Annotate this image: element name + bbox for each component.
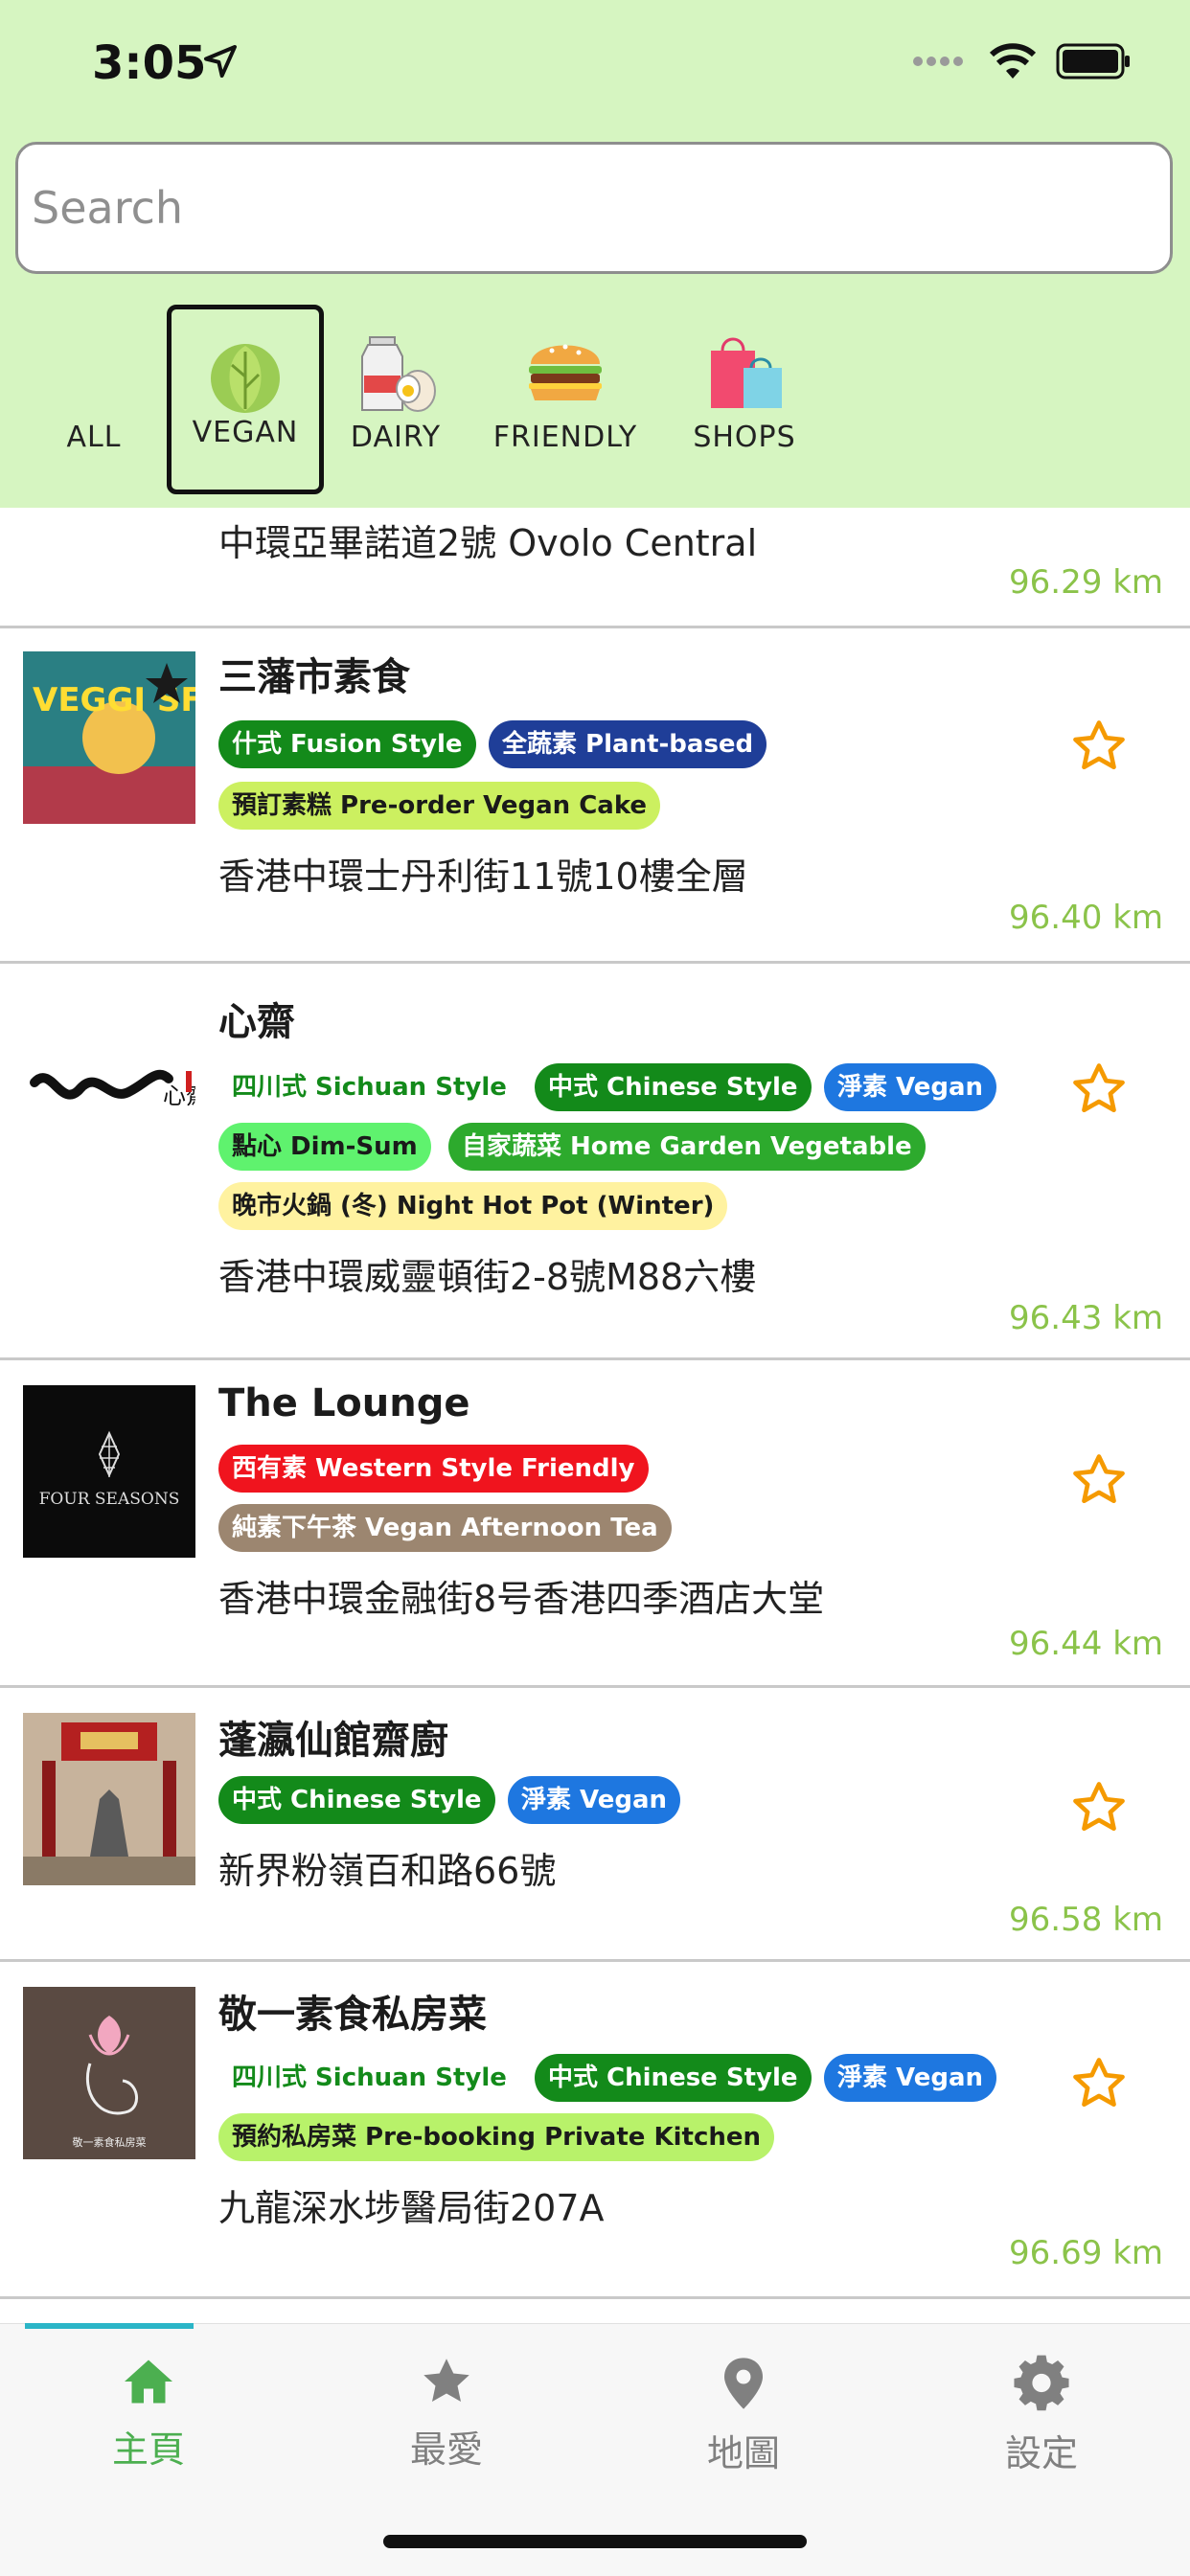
item-title: 三藩市素食: [218, 655, 410, 699]
tag: 純素下午茶 Vegan Afternoon Tea: [218, 1504, 672, 1552]
category-label: SHOPS: [693, 421, 796, 454]
category-label: ALL: [66, 421, 122, 454]
item-address: 香港中環金融街8号香港四季酒店大堂: [218, 1578, 825, 1620]
tag: 中式 Chinese Style: [218, 1776, 495, 1824]
item-distance: 96.44 km: [1009, 1625, 1163, 1663]
status-time: 3:05: [92, 36, 207, 90]
tab-settings[interactable]: 設定: [946, 2353, 1137, 2476]
map-pin-icon: [724, 2358, 763, 2409]
item-title: 敬一素食私房菜: [218, 1993, 487, 2037]
tab-label: 設定: [1004, 2432, 1078, 2474]
search-box[interactable]: [15, 142, 1173, 274]
tab-favorites[interactable]: 最愛: [351, 2353, 542, 2473]
item-distance: 96.43 km: [1009, 1299, 1163, 1337]
battery-icon: [1056, 43, 1130, 80]
tag: 晚市火鍋 (冬) Night Hot Pot (Winter): [218, 1182, 728, 1230]
category-shops[interactable]: SHOPS: [682, 305, 807, 494]
item-thumbnail: 敬一素食私房菜: [23, 1987, 195, 2159]
tag: 預約私房菜 Pre-booking Private Kitchen: [218, 2113, 775, 2161]
tag: 中式 Chinese Style: [535, 1063, 812, 1111]
tab-label: 主頁: [111, 2428, 185, 2471]
wifi-icon: [989, 43, 1037, 79]
veggie-sf-logo-image: VEGGI SF: [23, 651, 195, 824]
tag: 四川式 Sichuan Style: [232, 1073, 507, 1102]
temple-photo-image: [23, 1713, 195, 1885]
cabbage-icon: [211, 344, 280, 413]
home-indicator: [383, 2535, 807, 2548]
item-thumbnail: 心齋: [23, 996, 195, 1169]
tag: 預訂素糕 Pre-order Vegan Cake: [218, 782, 661, 830]
category-dairy[interactable]: DAIRY: [343, 305, 448, 494]
list-item[interactable]: VEGGI SF 三藩市素食 什式 Fusion Style 全蔬素 Plant…: [0, 628, 1190, 964]
list-item[interactable]: 蓬瀛仙館齋廚 中式 Chinese Style 淨素 Vegan 新界粉嶺百和路…: [0, 1688, 1190, 1962]
tab-active-indicator: [25, 2323, 194, 2329]
item-distance: 96.58 km: [1009, 1901, 1163, 1939]
item-distance: 96.29 km: [1009, 563, 1163, 602]
item-title: 蓬瀛仙館齋廚: [218, 1719, 448, 1763]
signal-icon: [913, 57, 963, 66]
list-item[interactable]: FOUR SEASONS The Lounge 西有素 Western Styl…: [0, 1360, 1190, 1688]
star-icon: [423, 2359, 469, 2402]
favorite-star-icon[interactable]: [1069, 1450, 1129, 1510]
category-label: DAIRY: [350, 421, 442, 454]
burger-icon: [529, 344, 602, 400]
jingyi-logo-image: 敬一素食私房菜: [23, 1987, 195, 2159]
home-icon: [125, 2359, 172, 2404]
favorite-star-icon[interactable]: [1069, 717, 1129, 776]
tag: 四川式 Sichuan Style: [232, 2063, 507, 2092]
svg-text:FOUR SEASONS: FOUR SEASONS: [39, 1490, 180, 1509]
tag: 西有素 Western Style Friendly: [218, 1445, 649, 1493]
category-vegan[interactable]: VEGAN: [167, 305, 324, 494]
search-input[interactable]: [18, 145, 1170, 271]
favorite-star-icon[interactable]: [1069, 1060, 1129, 1119]
tag: 淨素 Vegan: [508, 1776, 681, 1824]
tag: 淨素 Vegan: [824, 2054, 997, 2102]
list-item[interactable]: 心齋 心齋 四川式 Sichuan Style 中式 Chinese Style…: [0, 964, 1190, 1360]
tab-label: 地圖: [706, 2432, 780, 2474]
list-item[interactable]: 中環亞畢諾道2號 Ovolo Central 96.29 km: [0, 508, 1190, 628]
item-address: 新界粉嶺百和路66號: [218, 1850, 557, 1892]
shopping-bags-icon: [711, 337, 782, 408]
tag: 點心 Dim-Sum: [218, 1123, 431, 1171]
tab-home[interactable]: 主頁: [53, 2353, 244, 2473]
item-thumbnail: VEGGI SF: [23, 651, 195, 824]
header: 3:05 ALL VEGAN: [0, 0, 1190, 508]
item-address: 香港中環威靈頓街2-8號M88六樓: [218, 1256, 757, 1298]
tag: 淨素 Vegan: [824, 1063, 997, 1111]
item-distance: 96.69 km: [1009, 2234, 1163, 2272]
favorite-star-icon[interactable]: [1069, 1778, 1129, 1837]
tag: 什式 Fusion Style: [218, 720, 476, 768]
item-title: The Lounge: [218, 1381, 470, 1425]
tag: 自家蔬菜 Home Garden Vegetable: [448, 1123, 926, 1171]
gear-icon: [1014, 2355, 1069, 2411]
item-address: 九龍深水埗醫局街207A: [218, 2187, 605, 2229]
category-all[interactable]: ALL: [46, 305, 142, 494]
item-address: 香港中環士丹利街11號10樓全層: [218, 855, 748, 898]
tag: 全蔬素 Plant-based: [489, 720, 767, 768]
list-item[interactable]: 敬一素食私房菜 敬一素食私房菜 四川式 Sichuan Style 中式 Chi…: [0, 1962, 1190, 2299]
item-thumbnail: [23, 1713, 195, 1885]
milk-egg-icon: [361, 336, 436, 412]
item-title: 心齋: [218, 1000, 295, 1044]
category-label: FRIENDLY: [492, 421, 638, 454]
xinzhai-logo-image: 心齋: [23, 996, 195, 1169]
tab-map[interactable]: 地圖: [648, 2353, 839, 2476]
tab-label: 最愛: [409, 2428, 483, 2471]
item-distance: 96.40 km: [1009, 899, 1163, 937]
svg-text:敬一素食私房菜: 敬一素食私房菜: [73, 2135, 147, 2149]
item-thumbnail: FOUR SEASONS: [23, 1385, 195, 1558]
status-icons: [912, 42, 1133, 80]
location-arrow-icon: [204, 45, 237, 78]
favorite-star-icon[interactable]: [1069, 2054, 1129, 2113]
item-address: 中環亞畢諾道2號 Ovolo Central: [218, 522, 758, 564]
four-seasons-logo-image: FOUR SEASONS: [23, 1385, 195, 1558]
category-friendly[interactable]: FRIENDLY: [489, 305, 642, 494]
category-label: VEGAN: [192, 416, 299, 449]
tag: 中式 Chinese Style: [535, 2054, 812, 2102]
